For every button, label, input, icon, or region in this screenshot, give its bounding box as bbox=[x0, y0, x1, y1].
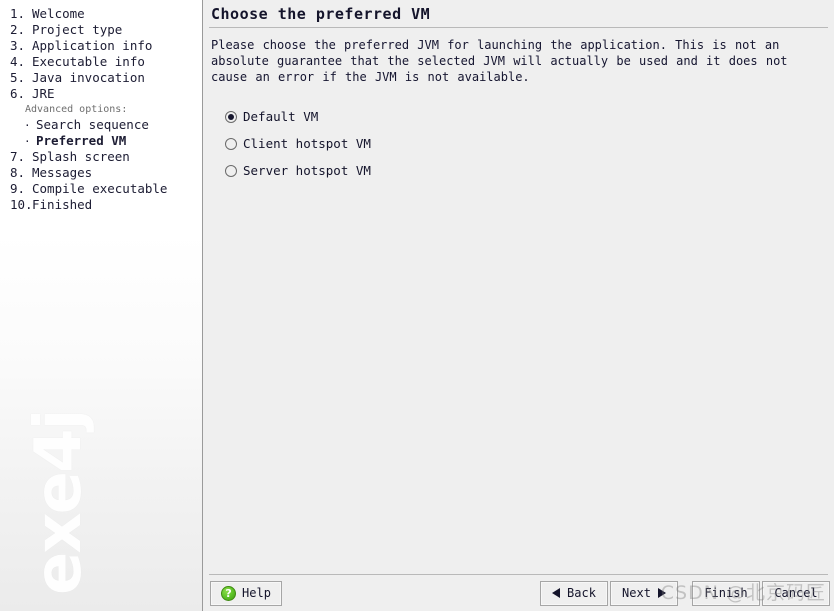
arrow-left-icon bbox=[552, 588, 561, 598]
step-label: Java invocation bbox=[32, 70, 145, 85]
step-label: Welcome bbox=[32, 6, 85, 21]
sidebar-step-finished[interactable]: 10. Finished bbox=[0, 197, 202, 213]
finish-button-label: Finish bbox=[704, 586, 748, 600]
radio-option-server-hotspot-vm[interactable]: Server hotspot VM bbox=[225, 157, 834, 184]
step-label: Executable info bbox=[32, 54, 145, 69]
step-number: 6. bbox=[10, 86, 26, 101]
step-number: 5. bbox=[10, 70, 26, 85]
sidebar-step-executable-info[interactable]: 4. Executable info bbox=[0, 54, 202, 70]
advanced-options-header: Advanced options: bbox=[25, 104, 128, 115]
cancel-button[interactable]: Cancel bbox=[762, 580, 830, 606]
radio-button-icon[interactable] bbox=[225, 137, 237, 150]
bullet-icon: · bbox=[24, 135, 31, 148]
radio-button-icon[interactable] bbox=[225, 164, 237, 177]
next-button[interactable]: Next bbox=[610, 580, 678, 606]
step-number: 9. bbox=[10, 181, 26, 196]
step-label: Messages bbox=[32, 165, 93, 180]
radio-label: Client hotspot VM bbox=[243, 135, 371, 151]
step-label: Application info bbox=[32, 38, 153, 53]
step-label: Project type bbox=[32, 22, 123, 37]
sidebar-substep-preferred-vm[interactable]: · Preferred VM bbox=[0, 133, 202, 149]
sidebar-step-messages[interactable]: 8. Messages bbox=[0, 165, 202, 181]
sidebar-step-project-type[interactable]: 2. Project type bbox=[0, 22, 202, 38]
radio-button-icon[interactable] bbox=[225, 110, 237, 123]
page-description: Please choose the preferred JVM for laun… bbox=[211, 38, 788, 84]
sidebar-substep-search-sequence[interactable]: · Search sequence bbox=[0, 117, 202, 133]
step-label: Finished bbox=[32, 197, 93, 212]
substep-label: Search sequence bbox=[36, 117, 149, 132]
step-number: 4. bbox=[10, 54, 26, 69]
substep-label: Preferred VM bbox=[36, 133, 127, 148]
sidebar-step-compile-executable[interactable]: 9. Compile executable bbox=[0, 181, 202, 197]
radio-label: Default VM bbox=[243, 108, 319, 124]
step-number: 3. bbox=[10, 38, 26, 53]
sidebar-step-welcome[interactable]: 1. Welcome bbox=[0, 6, 202, 22]
wizard-step-sidebar: 1. Welcome 2. Project type 3. Applicatio… bbox=[0, 0, 203, 611]
page-title: Choose the preferred VM bbox=[211, 5, 431, 23]
step-label: JRE bbox=[32, 86, 55, 101]
preferred-vm-radio-group: Default VM Client hotspot VM Server hots… bbox=[203, 85, 834, 184]
cancel-button-label: Cancel bbox=[774, 586, 818, 600]
sidebar-step-jre[interactable]: 6. JRE bbox=[0, 86, 202, 102]
radio-label: Server hotspot VM bbox=[243, 162, 371, 178]
sidebar-step-application-info[interactable]: 3. Application info bbox=[0, 38, 202, 54]
step-number: 7. bbox=[10, 149, 26, 164]
step-list: 1. Welcome 2. Project type 3. Applicatio… bbox=[0, 0, 202, 213]
finish-button[interactable]: Finish bbox=[692, 580, 760, 606]
sidebar-step-java-invocation[interactable]: 5. Java invocation bbox=[0, 70, 202, 86]
step-number: 1. bbox=[10, 6, 26, 21]
help-button[interactable]: ? Help bbox=[210, 580, 282, 606]
step-number: 8. bbox=[10, 165, 26, 180]
step-label: Splash screen bbox=[32, 149, 130, 164]
help-button-label: Help bbox=[242, 586, 271, 600]
step-number: 10. bbox=[10, 197, 33, 212]
radio-option-client-hotspot-vm[interactable]: Client hotspot VM bbox=[225, 130, 834, 157]
wizard-content-panel: Choose the preferred VM Please choose th… bbox=[203, 0, 834, 611]
wizard-button-bar: ? Help Back Next Finish Cancel CSDN @北京码… bbox=[203, 575, 834, 611]
exe4j-wizard-window: 1. Welcome 2. Project type 3. Applicatio… bbox=[0, 0, 834, 611]
back-button-label: Back bbox=[567, 586, 596, 600]
bullet-icon: · bbox=[24, 119, 31, 132]
step-number: 2. bbox=[10, 22, 26, 37]
sidebar-step-splash-screen[interactable]: 7. Splash screen bbox=[0, 149, 202, 165]
exe4j-logo-text: exe4j bbox=[22, 410, 96, 595]
radio-option-default-vm[interactable]: Default VM bbox=[225, 103, 834, 130]
step-label: Compile executable bbox=[32, 181, 168, 196]
help-question-icon: ? bbox=[221, 585, 237, 601]
next-button-label: Next bbox=[622, 586, 651, 600]
arrow-right-icon bbox=[657, 588, 666, 598]
back-button[interactable]: Back bbox=[540, 580, 608, 606]
exe4j-logo-watermark: exe4j bbox=[0, 397, 202, 597]
